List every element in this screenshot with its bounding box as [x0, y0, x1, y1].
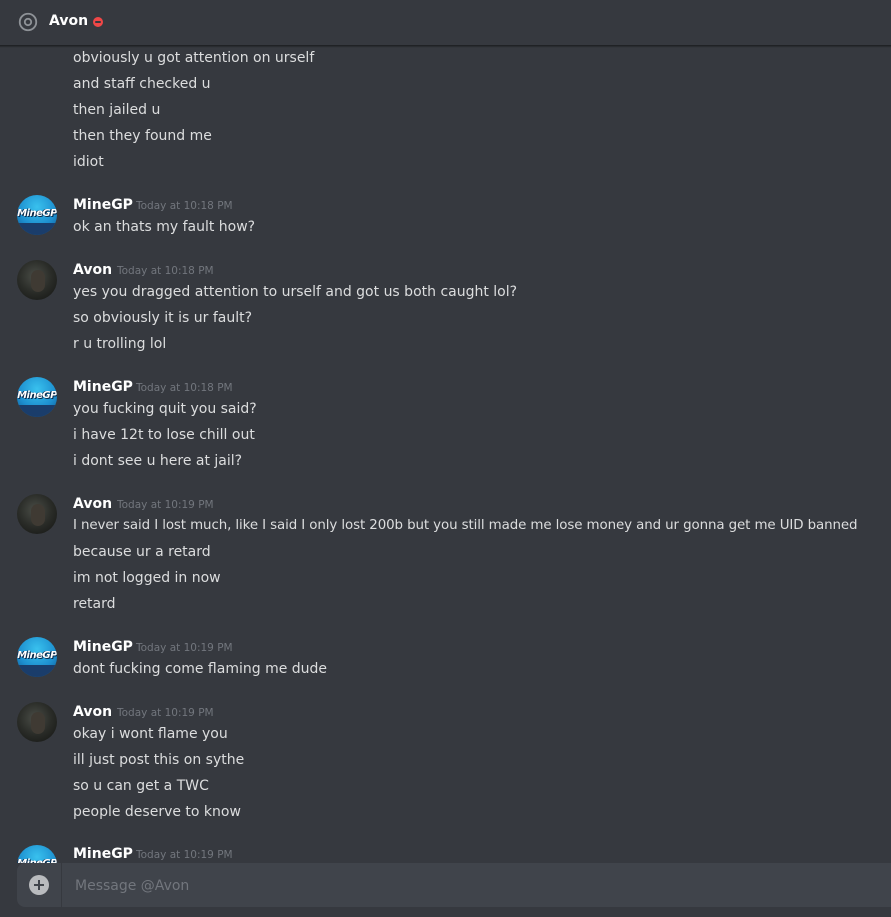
message-input[interactable] [73, 863, 877, 909]
message-text: then they found me [73, 128, 212, 144]
message-text: so u can get a TWC [73, 778, 209, 794]
plus-circle-icon[interactable] [29, 875, 49, 895]
message-text: you fucking quit you said? [73, 401, 257, 417]
message-timestamp: Today at 10:18 PM [117, 265, 214, 277]
message-text: and staff checked u [73, 76, 211, 92]
message-author[interactable]: Avon [73, 261, 112, 279]
message-text: idiot [73, 154, 104, 170]
message-author[interactable]: Avon [73, 495, 112, 513]
message-timestamp: Today at 10:19 PM [136, 642, 233, 654]
message-text: I never said I lost much, like I said I … [73, 518, 858, 533]
message-author[interactable]: MineGP [73, 378, 133, 396]
message-timestamp: Today at 10:18 PM [136, 382, 233, 394]
message-list[interactable]: obviously u got attention on urself and … [0, 47, 891, 863]
composer-divider [61, 863, 62, 907]
channel-title[interactable]: Avon [49, 13, 88, 29]
message-text: retard [73, 596, 116, 612]
at-sign-icon [18, 12, 38, 32]
minegp-logo-text: MineGP [17, 390, 57, 401]
message-text: obviously u got attention on urself [73, 50, 315, 66]
message-text: okay i wont flame you [73, 726, 228, 742]
message-text: yes you dragged attention to urself and … [73, 284, 518, 300]
message-text: im not logged in now [73, 570, 221, 586]
message-text: ok an thats my fault how? [73, 219, 256, 235]
minegp-logo-text: MineGP [17, 208, 57, 219]
message-text: dont fucking come flaming me dude [73, 661, 328, 677]
message-author[interactable]: Avon [73, 703, 112, 721]
channel-header: Avon [0, 0, 891, 46]
dnd-status-icon [93, 17, 103, 27]
message-composer [17, 863, 891, 909]
avatar[interactable]: MineGP [17, 377, 57, 417]
message-author[interactable]: MineGP [73, 845, 133, 863]
message-text: people deserve to know [73, 804, 241, 820]
message-timestamp: Today at 10:19 PM [117, 499, 214, 511]
message-text: because ur a retard [73, 544, 211, 560]
message-text: r u trolling lol [73, 336, 167, 352]
avatar[interactable]: MineGP [17, 637, 57, 677]
minegp-logo-text: MineGP [17, 650, 57, 661]
avatar[interactable] [17, 260, 57, 300]
message-text: ill just post this on sythe [73, 752, 245, 768]
avatar[interactable]: MineGP [17, 845, 57, 863]
message-text: so obviously it is ur fault? [73, 310, 253, 326]
message-timestamp: Today at 10:19 PM [117, 707, 214, 719]
message-author[interactable]: MineGP [73, 196, 133, 214]
avatar[interactable] [17, 494, 57, 534]
message-author[interactable]: MineGP [73, 638, 133, 656]
avatar[interactable]: MineGP [17, 195, 57, 235]
message-timestamp: Today at 10:18 PM [136, 200, 233, 212]
avatar[interactable] [17, 702, 57, 742]
message-text: i dont see u here at jail? [73, 453, 243, 469]
message-text: then jailed u [73, 102, 161, 118]
message-timestamp: Today at 10:19 PM [136, 849, 233, 861]
message-text: i have 12t to lose chill out [73, 427, 255, 443]
